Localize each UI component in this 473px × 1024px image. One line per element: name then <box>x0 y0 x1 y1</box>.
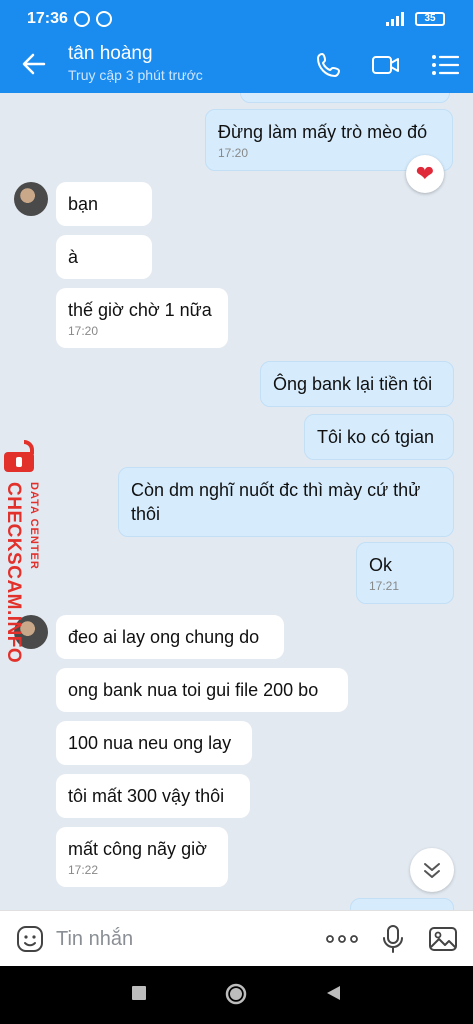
chevron-down-icon <box>424 863 440 878</box>
message-bubble[interactable]: 100 nua neu ong lay <box>56 721 252 765</box>
sticker-icon[interactable] <box>15 924 45 954</box>
message-bubble-partial <box>240 93 450 103</box>
message-bubble[interactable]: Ông bank lại tiền tôi <box>260 361 454 407</box>
message-text: thế giờ chờ 1 nữa <box>68 300 212 320</box>
message-text: Ông bank lại tiền tôi <box>273 374 433 394</box>
contact-name[interactable]: tân hoàng <box>68 43 153 65</box>
message-bubble[interactable]: đeo ai lay ong chung do <box>56 615 284 659</box>
message-bubble[interactable]: Còn dm nghĩ nuốt đc thì mày cứ thử thôi <box>118 467 454 537</box>
arrow-left-icon[interactable] <box>18 48 50 80</box>
message-bubble[interactable]: Tôi ko có tgian <box>304 414 454 460</box>
lock-icon <box>4 440 34 472</box>
clock-icon <box>96 11 112 27</box>
message-bubble[interactable]: mất công nãy giờ 17:22 <box>56 827 228 887</box>
watermark-text: CHECKSCAM.INFO <box>3 482 24 664</box>
message-bubble-partial <box>350 898 454 910</box>
message-bubble[interactable]: ong bank nua toi gui file 200 bo <box>56 668 348 712</box>
message-time: 17:21 <box>369 579 400 593</box>
message-time: 17:20 <box>68 324 99 338</box>
message-text: mất công nãy giờ <box>68 839 207 859</box>
phone-icon[interactable] <box>314 50 344 80</box>
image-icon[interactable] <box>428 924 458 954</box>
message-bubble[interactable]: tôi mất 300 vậy thôi <box>56 774 250 818</box>
message-text: 100 nua neu ong lay <box>68 733 232 753</box>
message-text: à <box>68 247 79 267</box>
system-nav-bar <box>0 966 473 1024</box>
home-icon[interactable] <box>224 982 248 1006</box>
message-time: 17:20 <box>218 146 249 160</box>
status-time: 17:36 <box>27 10 68 27</box>
message-text: Ok <box>369 555 393 575</box>
message-time: 17:22 <box>68 863 99 877</box>
message-bubble[interactable]: à <box>56 235 152 279</box>
signal-icon <box>386 12 408 26</box>
message-input-bar: Tin nhắn <box>0 910 473 966</box>
heart-reaction-icon[interactable]: ❤ <box>406 155 444 193</box>
message-text: bạn <box>68 194 99 214</box>
list-icon[interactable] <box>430 50 460 80</box>
message-text: Đừng làm mấy trò mèo đó <box>218 122 428 142</box>
watermark-subtext: DATA CENTER <box>28 482 40 570</box>
message-text: tôi mất 300 vậy thôi <box>68 786 225 806</box>
message-bubble[interactable]: thế giờ chờ 1 nữa 17:20 <box>56 288 228 348</box>
back-icon[interactable] <box>324 984 342 1002</box>
microphone-icon[interactable] <box>378 924 408 954</box>
battery-icon: 35 <box>415 12 445 26</box>
video-icon[interactable] <box>371 50 401 80</box>
message-text: Tôi ko có tgian <box>317 427 435 447</box>
status-bar: 17:36 35 <box>0 0 473 36</box>
message-bubble[interactable]: bạn <box>56 182 152 226</box>
alarm-icon <box>74 11 90 27</box>
more-dots-icon[interactable] <box>325 924 359 954</box>
message-bubble[interactable]: Ok 17:21 <box>356 542 454 604</box>
chat-area[interactable]: Đừng làm mấy trò mèo đó 17:20 ❤ bạn à th… <box>0 93 473 910</box>
message-input[interactable]: Tin nhắn <box>56 928 133 951</box>
chat-header: tân hoàng Truy cập 3 phút trước <box>0 36 473 93</box>
message-text: Còn dm nghĩ nuốt đc thì mày cứ thử thôi <box>131 480 421 524</box>
message-text: ong bank nua toi gui file 200 bo <box>68 680 319 700</box>
message-text: đeo ai lay ong chung do <box>68 627 260 647</box>
scroll-down-button[interactable] <box>410 848 454 892</box>
avatar[interactable] <box>14 182 48 216</box>
battery-level: 35 <box>424 13 436 24</box>
recents-icon[interactable] <box>130 984 148 1002</box>
last-seen-status: Truy cập 3 phút trước <box>68 67 203 83</box>
